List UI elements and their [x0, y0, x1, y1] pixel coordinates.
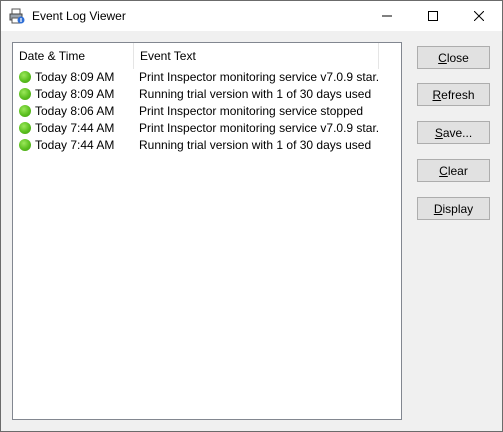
event-time: Today 7:44 AM [35, 121, 115, 135]
clear-button[interactable]: Clear [417, 159, 490, 182]
status-ok-icon [19, 71, 31, 83]
list-item[interactable]: Today 7:44 AM Print Inspector monitoring… [13, 120, 401, 137]
refresh-button[interactable]: Refresh [417, 83, 490, 106]
status-ok-icon [19, 88, 31, 100]
column-header-event-text[interactable]: Event Text [134, 43, 379, 69]
close-window-button[interactable] [456, 1, 502, 31]
list-item[interactable]: Today 8:06 AM Print Inspector monitoring… [13, 103, 401, 120]
refresh-button-hotkey: R [432, 87, 442, 102]
display-button[interactable]: Display [417, 197, 490, 220]
clear-button-hotkey: C [439, 163, 448, 178]
maximize-icon [428, 11, 438, 21]
save-button[interactable]: Save... [417, 121, 490, 144]
status-ok-icon [19, 122, 31, 134]
event-text: Print Inspector monitoring service v7.0.… [139, 70, 379, 84]
event-text: Print Inspector monitoring service v7.0.… [139, 121, 379, 135]
save-button-hotkey: S [434, 125, 443, 140]
window-title: Event Log Viewer [32, 9, 126, 23]
printer-app-icon [9, 8, 25, 24]
display-button-hotkey: D [433, 201, 443, 216]
event-log-window: Event Log Viewer Date & Time Event Text [0, 0, 503, 432]
list-item[interactable]: Today 8:09 AM Print Inspector monitoring… [13, 69, 401, 86]
close-icon [474, 11, 484, 21]
status-ok-icon [19, 139, 31, 151]
clear-button-label: lear [447, 163, 468, 178]
list-item[interactable]: Today 7:44 AM Running trial version with… [13, 137, 401, 154]
event-time: Today 8:09 AM [35, 70, 115, 84]
list-rows: Today 8:09 AM Print Inspector monitoring… [13, 69, 401, 154]
list-item[interactable]: Today 8:09 AM Running trial version with… [13, 86, 401, 103]
status-ok-icon [19, 105, 31, 117]
close-button-hotkey: C [438, 50, 447, 65]
title-bar[interactable]: Event Log Viewer [1, 1, 502, 31]
event-time: Today 7:44 AM [35, 138, 115, 152]
minimize-icon [382, 15, 392, 17]
event-time: Today 8:06 AM [35, 104, 115, 118]
event-text: Running trial version with 1 of 30 days … [139, 138, 372, 152]
event-time: Today 8:09 AM [35, 87, 115, 101]
close-button[interactable]: Close [417, 46, 490, 69]
display-button-label: isplay [442, 201, 474, 216]
list-header: Date & Time Event Text [13, 43, 401, 69]
close-button-label: lose [446, 50, 469, 65]
event-text: Running trial version with 1 of 30 days … [139, 87, 372, 101]
save-button-label: ave... [442, 125, 473, 140]
refresh-button-label: efresh [441, 87, 475, 102]
event-text: Print Inspector monitoring service stopp… [139, 104, 364, 118]
column-header-date-time[interactable]: Date & Time [13, 43, 134, 69]
event-list[interactable]: Date & Time Event Text Today 8:09 AM Pri… [12, 42, 402, 420]
minimize-button[interactable] [364, 1, 410, 31]
maximize-button[interactable] [410, 1, 456, 31]
